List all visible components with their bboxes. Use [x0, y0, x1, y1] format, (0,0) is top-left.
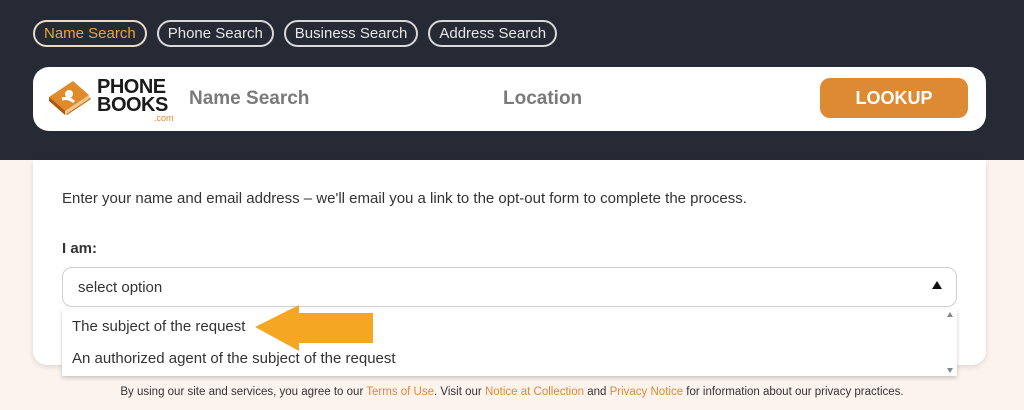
form-instructions: Enter your name and email address – we'l…: [62, 190, 747, 207]
option-subject[interactable]: The subject of the request: [62, 311, 942, 343]
footer-text-1: By using our site and services, you agre…: [120, 386, 367, 398]
notice-at-collection-link[interactable]: Notice at Collection: [485, 386, 584, 398]
footer-notice: By using our site and services, you agre…: [0, 386, 1024, 398]
tab-business-search[interactable]: Business Search: [283, 20, 419, 47]
caret-up-icon: [932, 281, 942, 289]
book-icon: [49, 81, 91, 115]
scroll-down-icon[interactable]: [947, 368, 953, 373]
logo-line-2: BOOKS: [97, 94, 168, 116]
option-authorized-agent[interactable]: An authorized agent of the subject of th…: [62, 343, 942, 375]
select-dropdown-list: The subject of the request An authorized…: [62, 309, 957, 376]
requester-type-select[interactable]: select option: [62, 267, 957, 307]
name-search-input[interactable]: Name Search: [189, 88, 309, 110]
search-type-tabs: Name Search Phone Search Business Search…: [33, 20, 558, 47]
footer-text-4: for information about our privacy practi…: [683, 386, 904, 398]
footer-text-2: . Visit our: [434, 386, 485, 398]
left-arrow-icon: [255, 305, 373, 351]
tab-name-search[interactable]: Name Search: [33, 20, 147, 47]
privacy-notice-link[interactable]: Privacy Notice: [610, 386, 684, 398]
logo-suffix: .com: [154, 113, 174, 123]
terms-of-use-link[interactable]: Terms of Use: [366, 386, 434, 398]
scroll-up-icon[interactable]: [947, 312, 953, 317]
tab-address-search[interactable]: Address Search: [428, 20, 558, 47]
logo-wordmark: PHONE BOOKS: [97, 77, 168, 116]
footer-text-3: and: [584, 386, 610, 398]
search-bar: PHONE BOOKS .com Name Search Location LO…: [33, 67, 986, 131]
phonebooks-logo[interactable]: PHONE BOOKS .com: [47, 77, 179, 123]
header-bar: Name Search Phone Search Business Search…: [0, 0, 1024, 160]
iam-label: I am:: [62, 240, 98, 257]
select-value: select option: [78, 279, 163, 296]
tab-phone-search[interactable]: Phone Search: [156, 20, 274, 47]
lookup-button[interactable]: LOOKUP: [820, 78, 968, 118]
dropdown-scrollbar[interactable]: [945, 309, 957, 376]
location-input[interactable]: Location: [503, 88, 582, 110]
